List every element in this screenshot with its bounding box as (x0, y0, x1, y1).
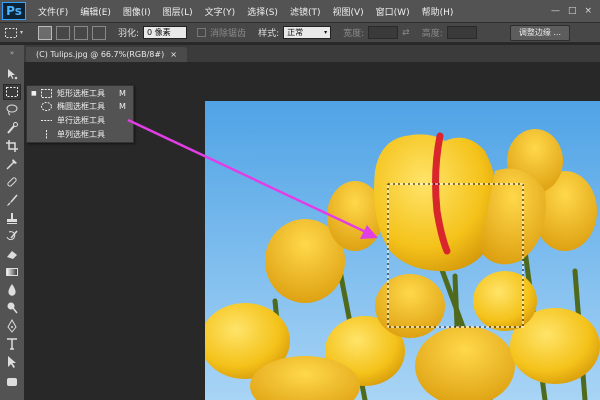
annotation-arrow (127, 118, 378, 239)
